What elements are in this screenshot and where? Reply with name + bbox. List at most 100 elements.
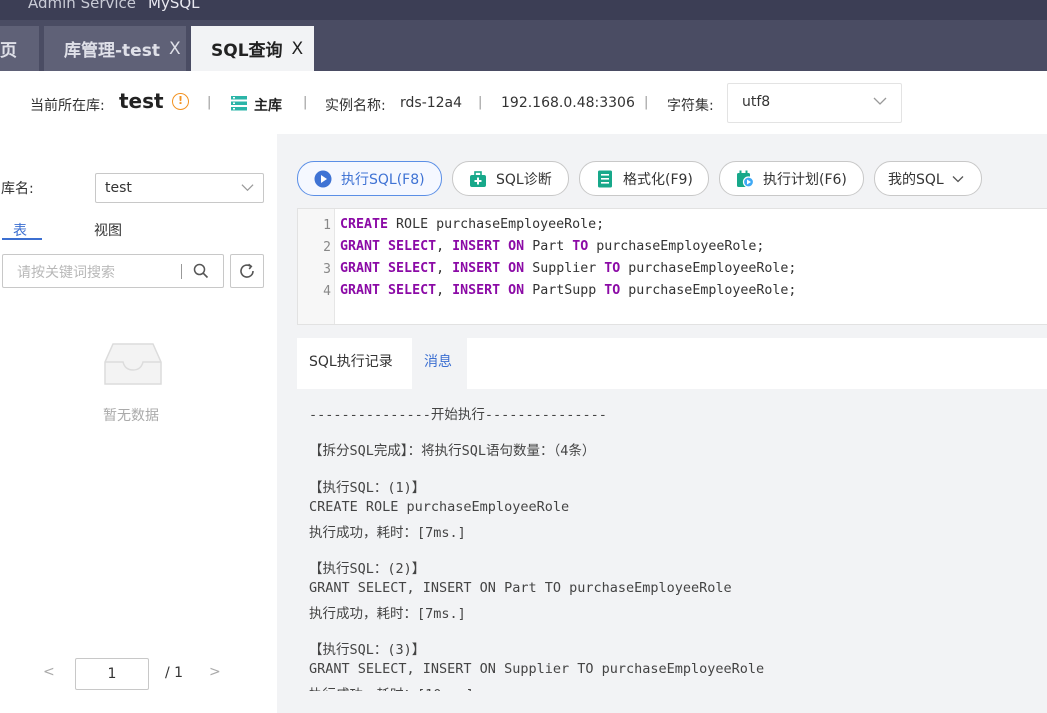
- database-label: 库名:: [1, 181, 34, 197]
- refresh-button[interactable]: [230, 254, 264, 288]
- current-db-label: 当前所在库:: [30, 98, 105, 114]
- keyword: INSERT: [452, 283, 501, 298]
- tab-views[interactable]: 视图: [94, 220, 122, 240]
- code-text: purchaseEmployeeRole;: [620, 261, 797, 276]
- separator: |: [207, 95, 212, 110]
- chevron-down-icon: [873, 97, 887, 105]
- line-gutter: 1 2 3 4: [298, 209, 335, 324]
- code-text: purchaseEmployeeRole;: [588, 239, 765, 254]
- instance-name: rds-12a4: [400, 95, 463, 111]
- run-sql-button[interactable]: 执行SQL(F8): [297, 161, 442, 196]
- medical-kit-icon: [470, 170, 486, 187]
- instance-address: 192.168.0.48:3306: [501, 95, 635, 111]
- tab-label: SQL查询: [211, 41, 283, 61]
- tab-home[interactable]: 页: [0, 26, 39, 71]
- current-db-name: test: [119, 89, 164, 113]
- page-input[interactable]: 1: [75, 658, 149, 690]
- instance-label: 实例名称:: [325, 98, 386, 114]
- code-text: purchaseEmployeeRole;: [620, 283, 797, 298]
- tab-messages[interactable]: 消息: [412, 338, 467, 389]
- line-number: 1: [323, 218, 331, 233]
- warning-icon[interactable]: !: [172, 93, 189, 110]
- message-log: ---------------开始执行--------------- 【拆分SQ…: [297, 389, 1047, 691]
- code-text: PartSupp: [524, 283, 605, 298]
- keyword: TO: [604, 261, 621, 276]
- schedule-icon: [737, 170, 754, 188]
- database-icon: [231, 96, 247, 111]
- next-page-button[interactable]: >: [209, 664, 221, 680]
- keyword: SELECT: [388, 283, 437, 298]
- service-name: Admin Service: [28, 0, 137, 12]
- log-line: 执行成功，耗时：[7ms.]: [309, 525, 466, 541]
- log-line: 【拆分SQL完成】：将执行SQL语句数量：（4条）: [309, 443, 596, 459]
- charset-label: 字符集:: [667, 98, 714, 114]
- log-line: GRANT SELECT, INSERT ON Supplier TO purc…: [309, 661, 765, 677]
- tab-tables[interactable]: 表: [13, 220, 27, 240]
- log-line: 【执行SQL：(3)】: [309, 642, 426, 658]
- button-label: 我的SQL: [888, 171, 944, 188]
- code-text: ROLE purchaseEmployeeRole;: [388, 217, 605, 232]
- search-box[interactable]: 请按关键词搜索: [2, 254, 224, 288]
- keyword: GRANT: [340, 239, 381, 254]
- log-line: 【执行SQL：(1)】: [309, 480, 426, 496]
- keyword: TO: [604, 283, 621, 298]
- pagination: < 1 / 1 >: [0, 658, 277, 690]
- chevron-down-icon: [952, 175, 964, 182]
- charset-select[interactable]: utf8: [727, 83, 902, 123]
- my-sql-dropdown[interactable]: 我的SQL: [874, 161, 982, 196]
- log-line: CREATE ROLE purchaseEmployeeRole: [309, 499, 570, 515]
- code-line: GRANT SELECT, INSERT ON Supplier TO purc…: [340, 261, 797, 276]
- tab-db-management[interactable]: 库管理-test X: [44, 26, 186, 71]
- line-number: 4: [323, 284, 331, 299]
- button-label: 格式化(F9): [623, 171, 693, 188]
- engine-name: MySQL: [148, 0, 200, 12]
- line-number: 2: [323, 240, 331, 255]
- keyword: INSERT: [452, 239, 501, 254]
- separator: |: [644, 95, 649, 110]
- log-line: ---------------开始执行---------------: [309, 407, 607, 423]
- close-icon[interactable]: X: [169, 39, 181, 59]
- tab-sql-query[interactable]: SQL查询 X: [191, 26, 314, 71]
- database-value: test: [105, 180, 132, 196]
- sql-editor[interactable]: 1 2 3 4 CREATE ROLE purchaseEmployeeRole…: [297, 208, 1047, 325]
- button-label: 执行SQL(F8): [341, 171, 425, 188]
- button-label: 执行计划(F6): [763, 171, 847, 188]
- keyword: GRANT: [340, 261, 381, 276]
- prev-page-button[interactable]: <: [43, 664, 55, 680]
- format-button[interactable]: 格式化(F9): [579, 161, 709, 196]
- charset-value: utf8: [742, 94, 771, 110]
- close-icon[interactable]: X: [292, 39, 304, 59]
- log-line: 【执行SQL：(2)】: [309, 561, 426, 577]
- code-text: Supplier: [524, 261, 605, 276]
- tab-label: 库管理-test: [64, 41, 160, 61]
- refresh-icon: [240, 263, 254, 278]
- search-icon[interactable]: [193, 263, 209, 279]
- keyword: ON: [508, 283, 525, 298]
- log-line: GRANT SELECT, INSERT ON Part TO purchase…: [309, 580, 732, 596]
- log-line: 执行成功，耗时：[7ms.]: [309, 606, 466, 622]
- button-label: SQL诊断: [496, 171, 552, 188]
- keyword: SELECT: [388, 239, 437, 254]
- search-placeholder: 请按关键词搜索: [17, 265, 115, 281]
- keyword: SELECT: [388, 261, 437, 276]
- active-tab-indicator: [2, 238, 42, 240]
- sql-diagnose-button[interactable]: SQL诊断: [452, 161, 569, 196]
- keyword: TO: [572, 239, 589, 254]
- document-icon: [598, 170, 612, 187]
- code-text: Part: [524, 239, 573, 254]
- master-role: 主库: [254, 98, 282, 114]
- tab-sql-history[interactable]: SQL执行记录: [297, 338, 412, 389]
- tab-label: 页: [0, 41, 17, 61]
- empty-inbox-icon: [104, 343, 162, 385]
- chevron-down-icon: [241, 184, 254, 192]
- top-bar: Admin Service MySQL: [0, 0, 1047, 20]
- separator: |: [478, 95, 483, 110]
- keyword: ON: [508, 239, 525, 254]
- database-select[interactable]: test: [95, 173, 264, 203]
- keyword: ON: [508, 261, 525, 276]
- execution-plan-button[interactable]: 执行计划(F6): [719, 161, 864, 196]
- keyword: INSERT: [452, 261, 501, 276]
- code-line: CREATE ROLE purchaseEmployeeRole;: [340, 217, 604, 232]
- object-panel: 库名: test 表 视图 请按关键词搜索 暂无数据 < 1 / 1 >: [0, 134, 277, 713]
- log-line: 执行成功，耗时：[10ms.]: [309, 683, 474, 691]
